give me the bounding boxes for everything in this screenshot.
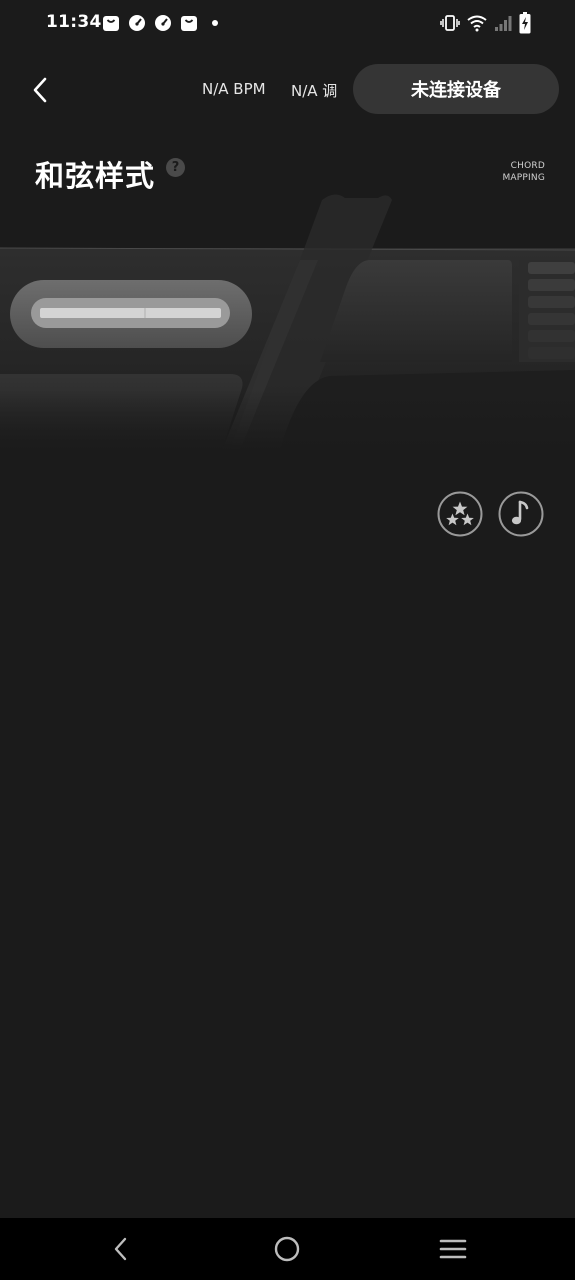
nav-menu-icon bbox=[439, 1239, 467, 1259]
battery-charging-icon bbox=[519, 12, 531, 34]
subtitle-line-1: CHORD bbox=[510, 161, 545, 171]
key-label: N/A 调 bbox=[291, 82, 338, 100]
status-time: 11:34 bbox=[46, 12, 102, 32]
notification-icons bbox=[102, 13, 218, 33]
back-button[interactable] bbox=[22, 72, 58, 108]
navigation-bar bbox=[0, 1218, 575, 1280]
shopping-bag-icon bbox=[181, 16, 197, 31]
wifi-icon bbox=[467, 15, 487, 32]
screen: 11:34 N/A BPM N/A 调 未连接设备 和弦样式 ? CHORD M… bbox=[0, 0, 575, 1280]
nav-back-button[interactable] bbox=[104, 1232, 138, 1266]
nav-home-button[interactable] bbox=[270, 1232, 304, 1266]
page-title: 和弦样式 bbox=[35, 159, 156, 193]
status-bar: 11:34 bbox=[0, 0, 575, 48]
page-subtitle: CHORD MAPPING bbox=[465, 160, 545, 184]
nav-back-icon bbox=[114, 1237, 127, 1261]
music-note-icon bbox=[498, 491, 544, 537]
subtitle-line-2: MAPPING bbox=[502, 173, 545, 183]
favorites-button[interactable] bbox=[437, 491, 483, 537]
help-icon[interactable]: ? bbox=[166, 158, 185, 177]
connect-device-button[interactable]: 未连接设备 bbox=[353, 64, 559, 114]
signal-icon bbox=[495, 16, 512, 31]
vibrate-icon bbox=[440, 15, 460, 31]
shopping-bag-icon bbox=[103, 16, 119, 31]
nav-home-icon bbox=[274, 1236, 300, 1262]
system-icons bbox=[440, 12, 531, 34]
chevron-left-icon bbox=[33, 77, 47, 103]
more-notifications-dot bbox=[212, 20, 218, 26]
speed-gauge-icon bbox=[129, 15, 145, 31]
music-button[interactable] bbox=[498, 491, 544, 537]
speed-gauge-icon bbox=[155, 15, 171, 31]
hero-illustration bbox=[0, 194, 575, 450]
stars-icon bbox=[437, 491, 483, 537]
bpm-label: N/A BPM bbox=[202, 80, 266, 98]
nav-menu-button[interactable] bbox=[436, 1232, 470, 1266]
